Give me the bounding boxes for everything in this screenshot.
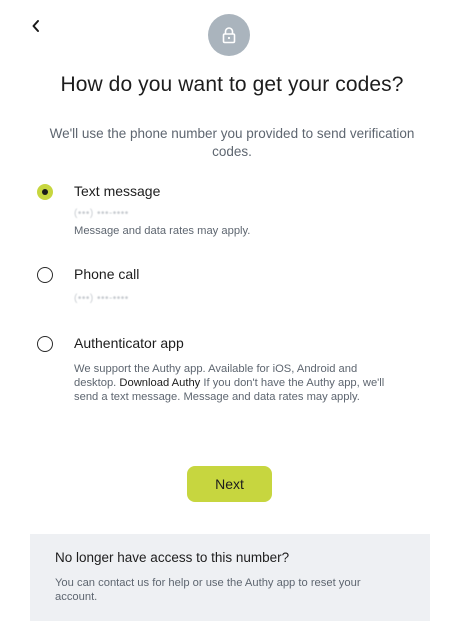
option-description-text-message: Message and data rates may apply.	[74, 225, 251, 237]
lock-icon	[222, 27, 236, 44]
masked-phone-number: (•••) •••-••••	[74, 293, 129, 304]
option-label-authenticator-app: Authenticator app	[74, 335, 184, 351]
download-authy-link[interactable]: Download Authy	[119, 377, 200, 389]
radio-text-message[interactable]	[37, 184, 53, 200]
help-panel: No longer have access to this number? Yo…	[30, 534, 430, 621]
radio-phone-call[interactable]	[37, 267, 53, 283]
option-description-authenticator-app: We support the Authy app. Available for …	[74, 362, 394, 404]
option-label-text-message: Text message	[74, 183, 161, 199]
next-button[interactable]: Next	[187, 466, 272, 502]
radio-authenticator-app[interactable]	[37, 336, 53, 352]
option-label-phone-call: Phone call	[74, 266, 140, 282]
back-button[interactable]	[26, 14, 46, 38]
chevron-left-icon	[32, 20, 39, 32]
masked-phone-number: (•••) •••-••••	[74, 208, 129, 219]
help-text: You can contact us for help or use the A…	[55, 577, 361, 603]
page-title: How do you want to get your codes?	[60, 73, 404, 96]
help-title: No longer have access to this number?	[55, 550, 290, 565]
lock-badge	[208, 14, 250, 56]
page-subtitle: We'll use the phone number you provided …	[49, 126, 415, 159]
